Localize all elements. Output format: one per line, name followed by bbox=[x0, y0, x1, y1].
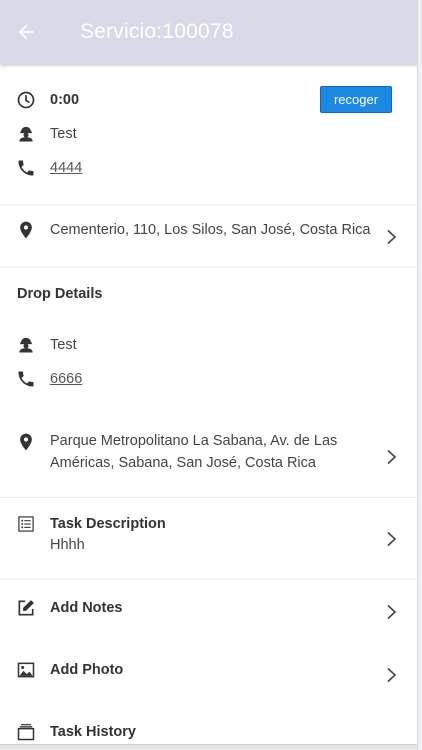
task-description: Task Description Hhhh bbox=[50, 514, 166, 556]
divider bbox=[0, 267, 417, 268]
divider bbox=[0, 497, 417, 498]
chevron-right-icon[interactable] bbox=[386, 604, 398, 620]
phone-icon bbox=[16, 158, 36, 178]
drop-address-line1: Parque Metropolitano La Sabana, Av. de L… bbox=[50, 433, 338, 449]
chevron-right-icon[interactable] bbox=[386, 531, 398, 547]
add-notes-row[interactable]: Add Notes bbox=[0, 596, 417, 620]
history-icon bbox=[16, 722, 36, 742]
task-detail-screen: Servicio:100078 0:00 recoger Test 4444 C… bbox=[0, 0, 418, 750]
pickup-phone-row[interactable]: 4444 bbox=[0, 156, 417, 180]
task-description-row[interactable]: Task Description Hhhh bbox=[0, 512, 417, 556]
driver-icon bbox=[16, 335, 36, 355]
back-button[interactable] bbox=[0, 0, 52, 64]
image-icon bbox=[16, 660, 36, 680]
page-title: Servicio:100078 bbox=[80, 20, 234, 43]
edit-icon bbox=[16, 598, 36, 618]
list-icon bbox=[16, 514, 36, 534]
driver-icon bbox=[16, 124, 36, 144]
bottom-edge bbox=[0, 744, 417, 750]
chevron-right-icon[interactable] bbox=[386, 667, 398, 683]
pickup-address-row[interactable]: Cementerio, 110, Los Silos, San José, Co… bbox=[0, 218, 417, 242]
pickup-button[interactable]: recoger bbox=[320, 86, 392, 113]
map-pin-icon bbox=[16, 220, 36, 240]
drop-address-row[interactable]: Parque Metropolitano La Sabana, Av. de L… bbox=[0, 428, 417, 476]
arrow-left-icon bbox=[18, 24, 34, 40]
divider bbox=[0, 204, 417, 205]
pickup-time: 0:00 bbox=[50, 92, 80, 108]
add-notes-label: Add Notes bbox=[50, 600, 123, 616]
drop-address: Parque Metropolitano La Sabana, Av. de L… bbox=[50, 430, 337, 474]
add-photo-label: Add Photo bbox=[50, 662, 124, 678]
map-pin-icon bbox=[16, 432, 36, 452]
pickup-address: Cementerio, 110, Los Silos, San José, Co… bbox=[50, 222, 371, 238]
clock-icon bbox=[16, 90, 36, 110]
task-history-row[interactable]: Task History bbox=[0, 720, 417, 744]
pickup-phone-link[interactable]: 4444 bbox=[50, 160, 82, 176]
drop-phone-link[interactable]: 6666 bbox=[50, 371, 82, 387]
chevron-right-icon[interactable] bbox=[386, 449, 398, 465]
drop-name: Test bbox=[50, 337, 77, 353]
drop-name-row: Test bbox=[0, 333, 417, 357]
app-bar: Servicio:100078 bbox=[0, 0, 417, 64]
drop-phone-row[interactable]: 6666 bbox=[0, 367, 417, 391]
task-history-label: Task History bbox=[50, 724, 136, 740]
pickup-name: Test bbox=[50, 126, 77, 142]
divider bbox=[0, 579, 417, 580]
chevron-right-icon[interactable] bbox=[386, 229, 398, 245]
pickup-name-row: Test bbox=[0, 122, 417, 146]
add-photo-row[interactable]: Add Photo bbox=[0, 658, 417, 682]
task-description-label: Task Description bbox=[50, 516, 166, 532]
phone-icon bbox=[16, 369, 36, 389]
task-description-value: Hhhh bbox=[50, 537, 85, 553]
drop-address-line2: Américas, Sabana, San José, Costa Rica bbox=[50, 455, 316, 471]
drop-details-title: Drop Details bbox=[17, 286, 103, 302]
